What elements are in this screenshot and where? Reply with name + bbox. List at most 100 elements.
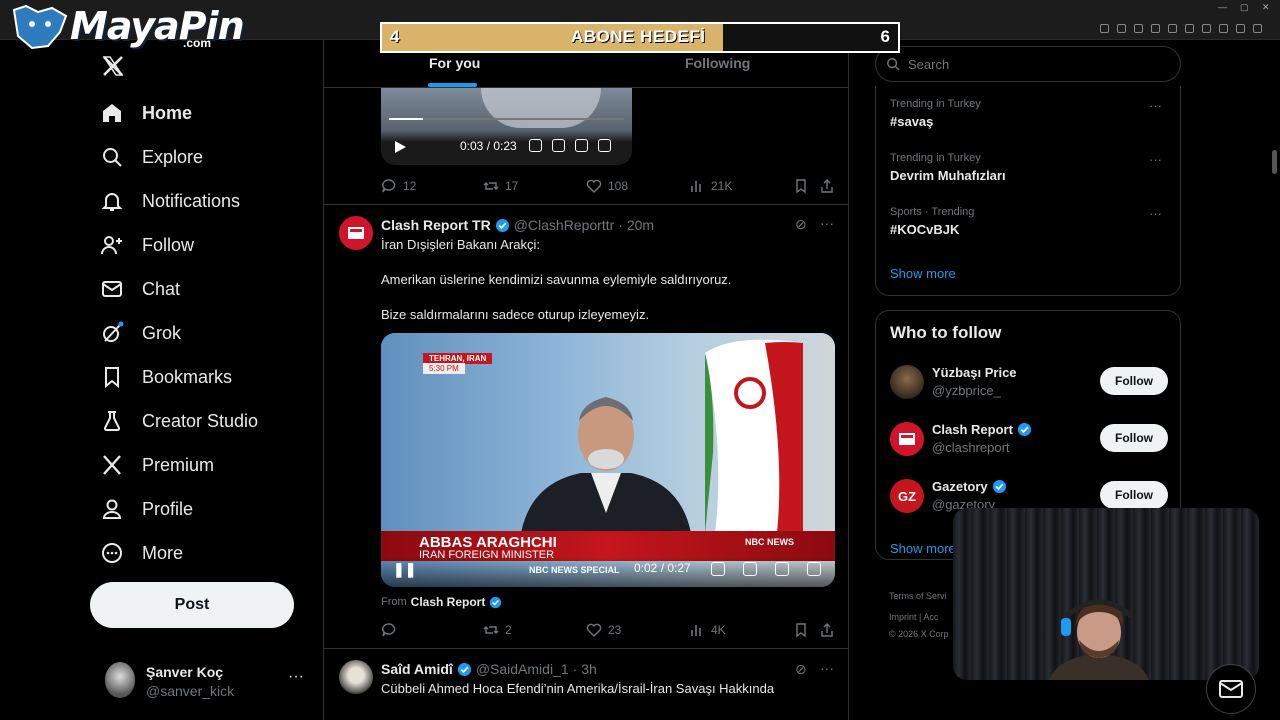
repost-button[interactable]: 2 <box>483 622 512 638</box>
more-dots-icon[interactable]: ··· <box>1149 152 1162 167</box>
footer-link[interactable]: Terms of Servi <box>889 591 947 601</box>
trend-item[interactable]: Trending in Turkey Devrim Muhafızları ··… <box>890 152 1170 188</box>
extension-icon[interactable] <box>1134 24 1143 33</box>
trend-item[interactable]: Trending in Turkey #savaş ··· <box>890 98 1170 134</box>
more-dots-icon[interactable]: ··· <box>820 215 834 231</box>
avatar[interactable] <box>339 216 373 250</box>
more-dots-icon[interactable]: ··· <box>820 660 834 676</box>
video-scrubber[interactable] <box>389 118 624 120</box>
tweet-author[interactable]: Saîd Amidî <box>381 661 453 677</box>
nav-label: Creator Studio <box>142 410 259 431</box>
from-source-link[interactable]: Clash Report <box>411 595 486 609</box>
pause-icon[interactable]: ❚❚ <box>393 561 416 578</box>
extension-icon[interactable] <box>1185 24 1194 33</box>
follow-button[interactable]: Follow <box>1100 424 1168 452</box>
account-switcher[interactable]: Şanver Koç @sanver_kick ··· <box>100 658 320 706</box>
nav-home[interactable]: Home <box>100 95 192 131</box>
follow-button[interactable]: Follow <box>1100 367 1168 395</box>
close-window-icon[interactable]: ✕ <box>1262 2 1270 13</box>
nav-notifications[interactable]: Notifications <box>100 183 240 219</box>
trend-item[interactable]: Sports · Trending #KOCvBJK ··· <box>890 206 1170 242</box>
tweet-time[interactable]: · 20m <box>618 217 654 233</box>
nav-label: More <box>142 542 184 563</box>
tab-following[interactable]: Following <box>685 55 750 71</box>
minimize-icon[interactable]: — <box>1218 2 1227 12</box>
extension-icon[interactable] <box>1236 24 1245 33</box>
more-dots-icon[interactable]: ··· <box>288 668 304 686</box>
fullscreen-icon[interactable] <box>807 562 821 576</box>
views-button[interactable]: 21K <box>689 178 732 194</box>
extension-icon[interactable] <box>1202 24 1211 33</box>
goal-current: 4 <box>390 27 400 46</box>
like-button[interactable]: 23 <box>586 622 621 638</box>
search-input[interactable] <box>908 56 1158 72</box>
settings-icon[interactable] <box>552 139 565 152</box>
view-count: 21K <box>711 179 733 193</box>
trend-name: #KOCvBJK <box>890 222 960 237</box>
follow-suggestion[interactable]: Yüzbaşı Price @yzbprice_ Follow <box>890 363 1170 403</box>
fullscreen-icon[interactable] <box>598 139 611 152</box>
share-icon[interactable] <box>819 178 835 194</box>
footer-link[interactable]: Imprint | Acc <box>889 612 938 622</box>
show-more-link[interactable]: Show more <box>890 541 956 556</box>
search-box[interactable] <box>875 46 1181 82</box>
follow-suggestion[interactable]: Clash Report @clashreport Follow <box>890 420 1170 460</box>
browser-extension-icons <box>1100 24 1262 33</box>
show-more-link[interactable]: Show more <box>890 266 956 281</box>
nav-grok[interactable]: Grok <box>100 315 181 351</box>
tweet-handle[interactable]: @SaidAmidi_1 <box>476 661 569 677</box>
grok-icon[interactable]: ⊘ <box>795 661 807 678</box>
grok-icon[interactable]: ⊘ <box>795 216 807 233</box>
x-logo-icon[interactable] <box>101 54 125 78</box>
video-player[interactable]: 0:03 / 0:23 <box>381 88 632 165</box>
settings-icon[interactable] <box>743 562 757 576</box>
reply-button[interactable] <box>381 622 397 638</box>
tab-for-you[interactable]: For you <box>429 55 480 71</box>
nav-creator-studio[interactable]: Creator Studio <box>100 403 258 439</box>
nav-more[interactable]: More <box>100 535 183 571</box>
extension-icon[interactable] <box>1168 24 1177 33</box>
messages-button[interactable] <box>1206 664 1256 714</box>
follow-button[interactable]: Follow <box>1100 481 1168 509</box>
maximize-icon[interactable]: ▢ <box>1240 2 1249 13</box>
menu-icon[interactable] <box>1253 24 1262 33</box>
suggestion-handle: @clashreport <box>932 440 1010 455</box>
video-player[interactable]: TEHRAN, IRAN 5:30 PM ABBAS ARAGHCHI IRAN… <box>381 333 835 587</box>
bookmark-icon[interactable] <box>793 622 809 638</box>
nav-bookmarks[interactable]: Bookmarks <box>100 359 232 395</box>
more-dots-icon[interactable]: ··· <box>1149 206 1162 221</box>
more-dots-icon[interactable]: ··· <box>1149 98 1162 113</box>
repost-button[interactable]: 17 <box>483 178 518 194</box>
post-button[interactable]: Post <box>90 582 294 628</box>
share-icon[interactable] <box>819 622 835 638</box>
popout-icon[interactable] <box>575 139 588 152</box>
tweet-time[interactable]: · 3h <box>573 661 597 677</box>
extension-icon[interactable] <box>1151 24 1160 33</box>
mute-icon[interactable] <box>711 562 725 576</box>
extension-icon[interactable] <box>1219 24 1228 33</box>
nav-follow[interactable]: Follow <box>100 227 194 263</box>
bookmark-icon[interactable] <box>793 178 809 194</box>
tweet-handle[interactable]: @ClashReporttr <box>514 217 615 233</box>
volume-icon[interactable] <box>529 139 542 152</box>
reply-button[interactable]: 12 <box>381 178 416 194</box>
nav-label: Follow <box>142 234 195 255</box>
tweet-actions: 12 17 108 21K <box>381 178 836 198</box>
tweet-text-line: Cübbeli Ahmed Hoca Efendi’nin Amerika/İs… <box>381 681 775 696</box>
extension-icon[interactable] <box>1100 24 1109 33</box>
nav-premium[interactable]: Premium <box>100 447 214 483</box>
avatar[interactable] <box>339 660 373 694</box>
views-button[interactable]: 4K <box>689 622 726 638</box>
scrollbar[interactable] <box>1272 150 1277 174</box>
suggestion-name: Gazetory <box>932 479 1007 494</box>
play-icon[interactable] <box>393 140 407 154</box>
tweet-author[interactable]: Clash Report TR <box>381 217 491 233</box>
extension-icon[interactable] <box>1117 24 1126 33</box>
nav-profile[interactable]: Profile <box>100 491 193 527</box>
nav-label: Bookmarks <box>142 366 233 387</box>
like-button[interactable]: 108 <box>586 178 628 194</box>
nav-chat[interactable]: Chat <box>100 271 180 307</box>
popout-icon[interactable] <box>775 562 789 576</box>
trend-category: Sports · Trending <box>890 206 975 218</box>
nav-explore[interactable]: Explore <box>100 139 203 175</box>
